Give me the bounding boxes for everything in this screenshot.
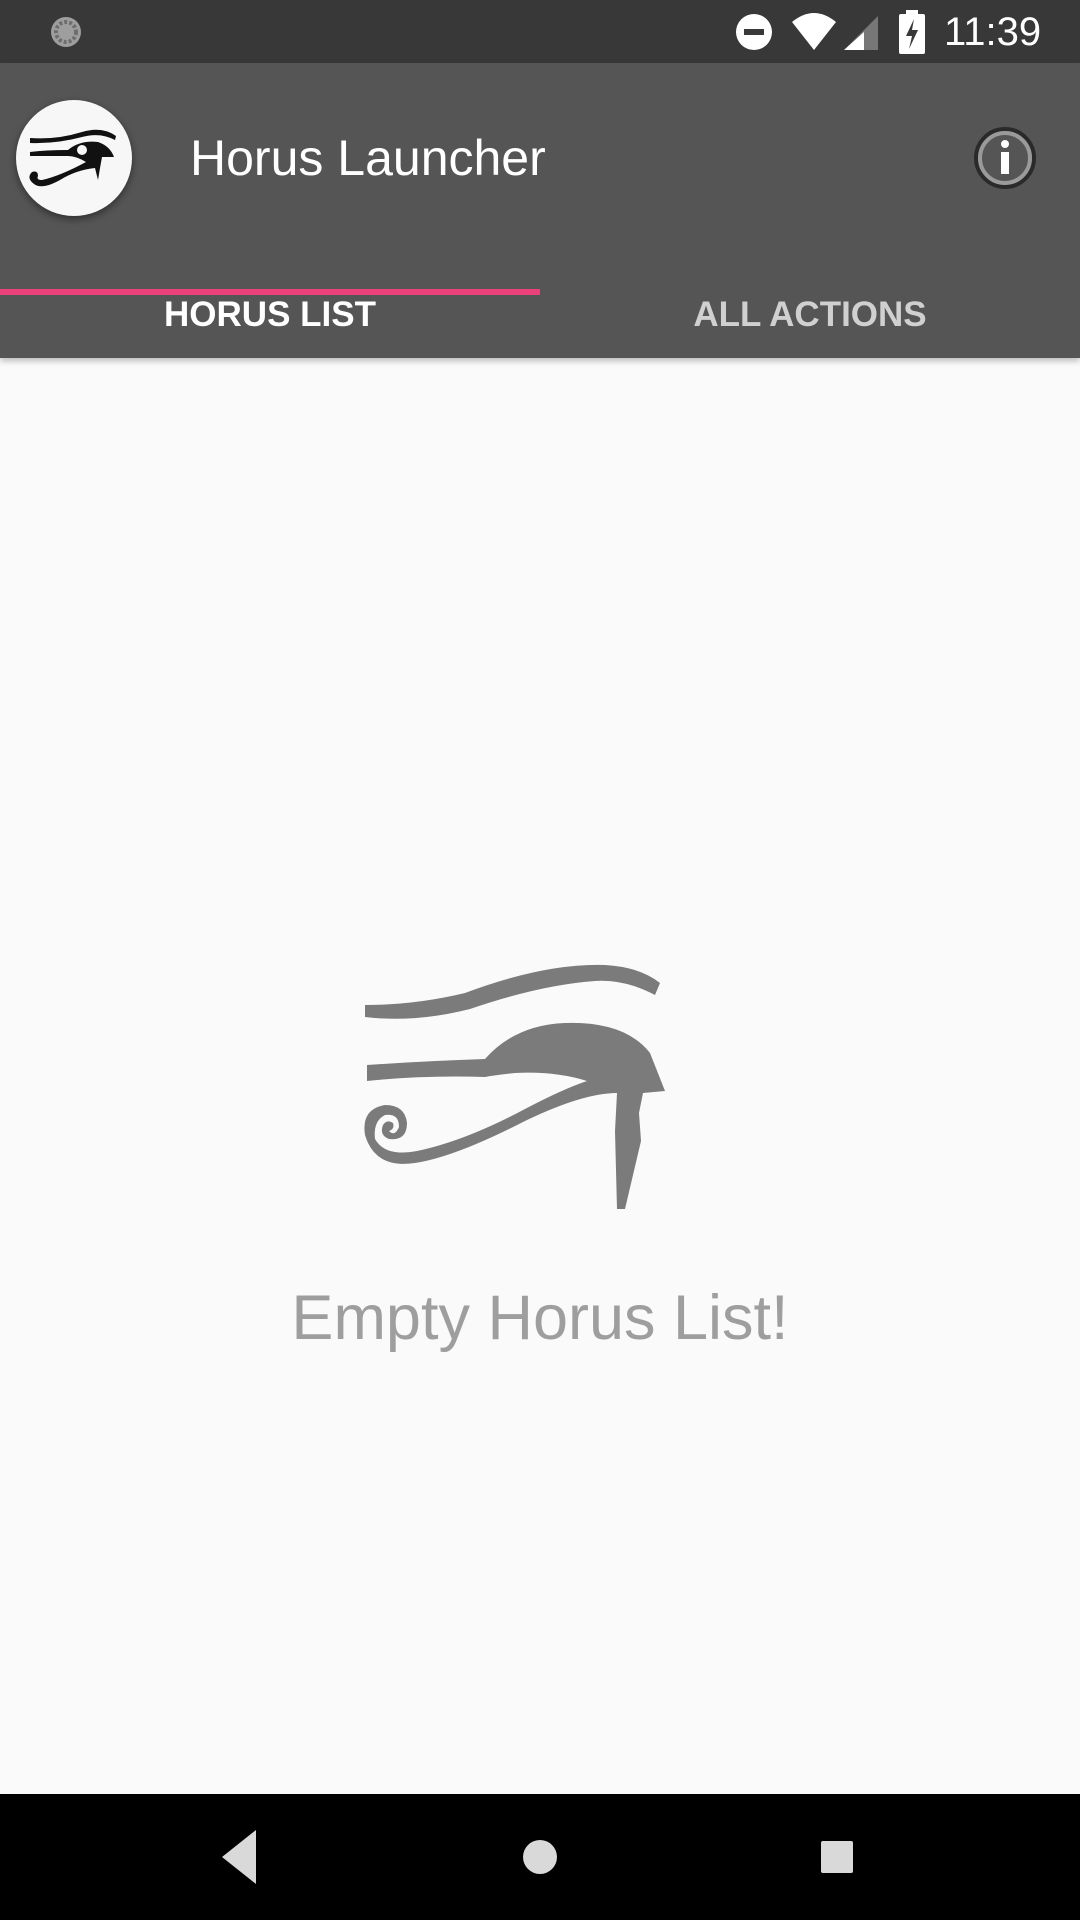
app-logo — [16, 100, 132, 216]
battery-charging-icon — [899, 10, 925, 54]
status-clock: 11:39 — [944, 10, 1042, 54]
tab-horus-list[interactable]: HORUS LIST — [0, 273, 540, 358]
status-bar: 11:39 — [0, 0, 1080, 63]
app-title: Horus Launcher — [190, 130, 546, 186]
cell-signal-icon — [844, 16, 878, 50]
wifi-icon — [792, 13, 836, 50]
info-icon[interactable] — [972, 125, 1038, 191]
tab-bar: HORUS LIST ALL ACTIONS — [0, 273, 1080, 358]
app-bar: Horus Launcher HORUS LIST ALL ACTIONS — [0, 63, 1080, 358]
tab-selected-indicator — [0, 289, 540, 295]
back-icon[interactable] — [208, 1824, 274, 1890]
empty-state: Empty Horus List! — [0, 358, 1080, 1794]
do-not-disturb-icon — [736, 14, 772, 50]
tab-all-actions[interactable]: ALL ACTIONS — [540, 273, 1080, 358]
sync-icon — [51, 17, 81, 47]
recents-icon[interactable] — [804, 1824, 870, 1890]
eye-of-horus-icon — [364, 964, 665, 1209]
navigation-bar — [0, 1794, 1080, 1920]
eye-of-horus-icon — [29, 129, 116, 187]
home-icon[interactable] — [507, 1824, 573, 1890]
empty-list-message: Empty Horus List! — [291, 1283, 789, 1353]
